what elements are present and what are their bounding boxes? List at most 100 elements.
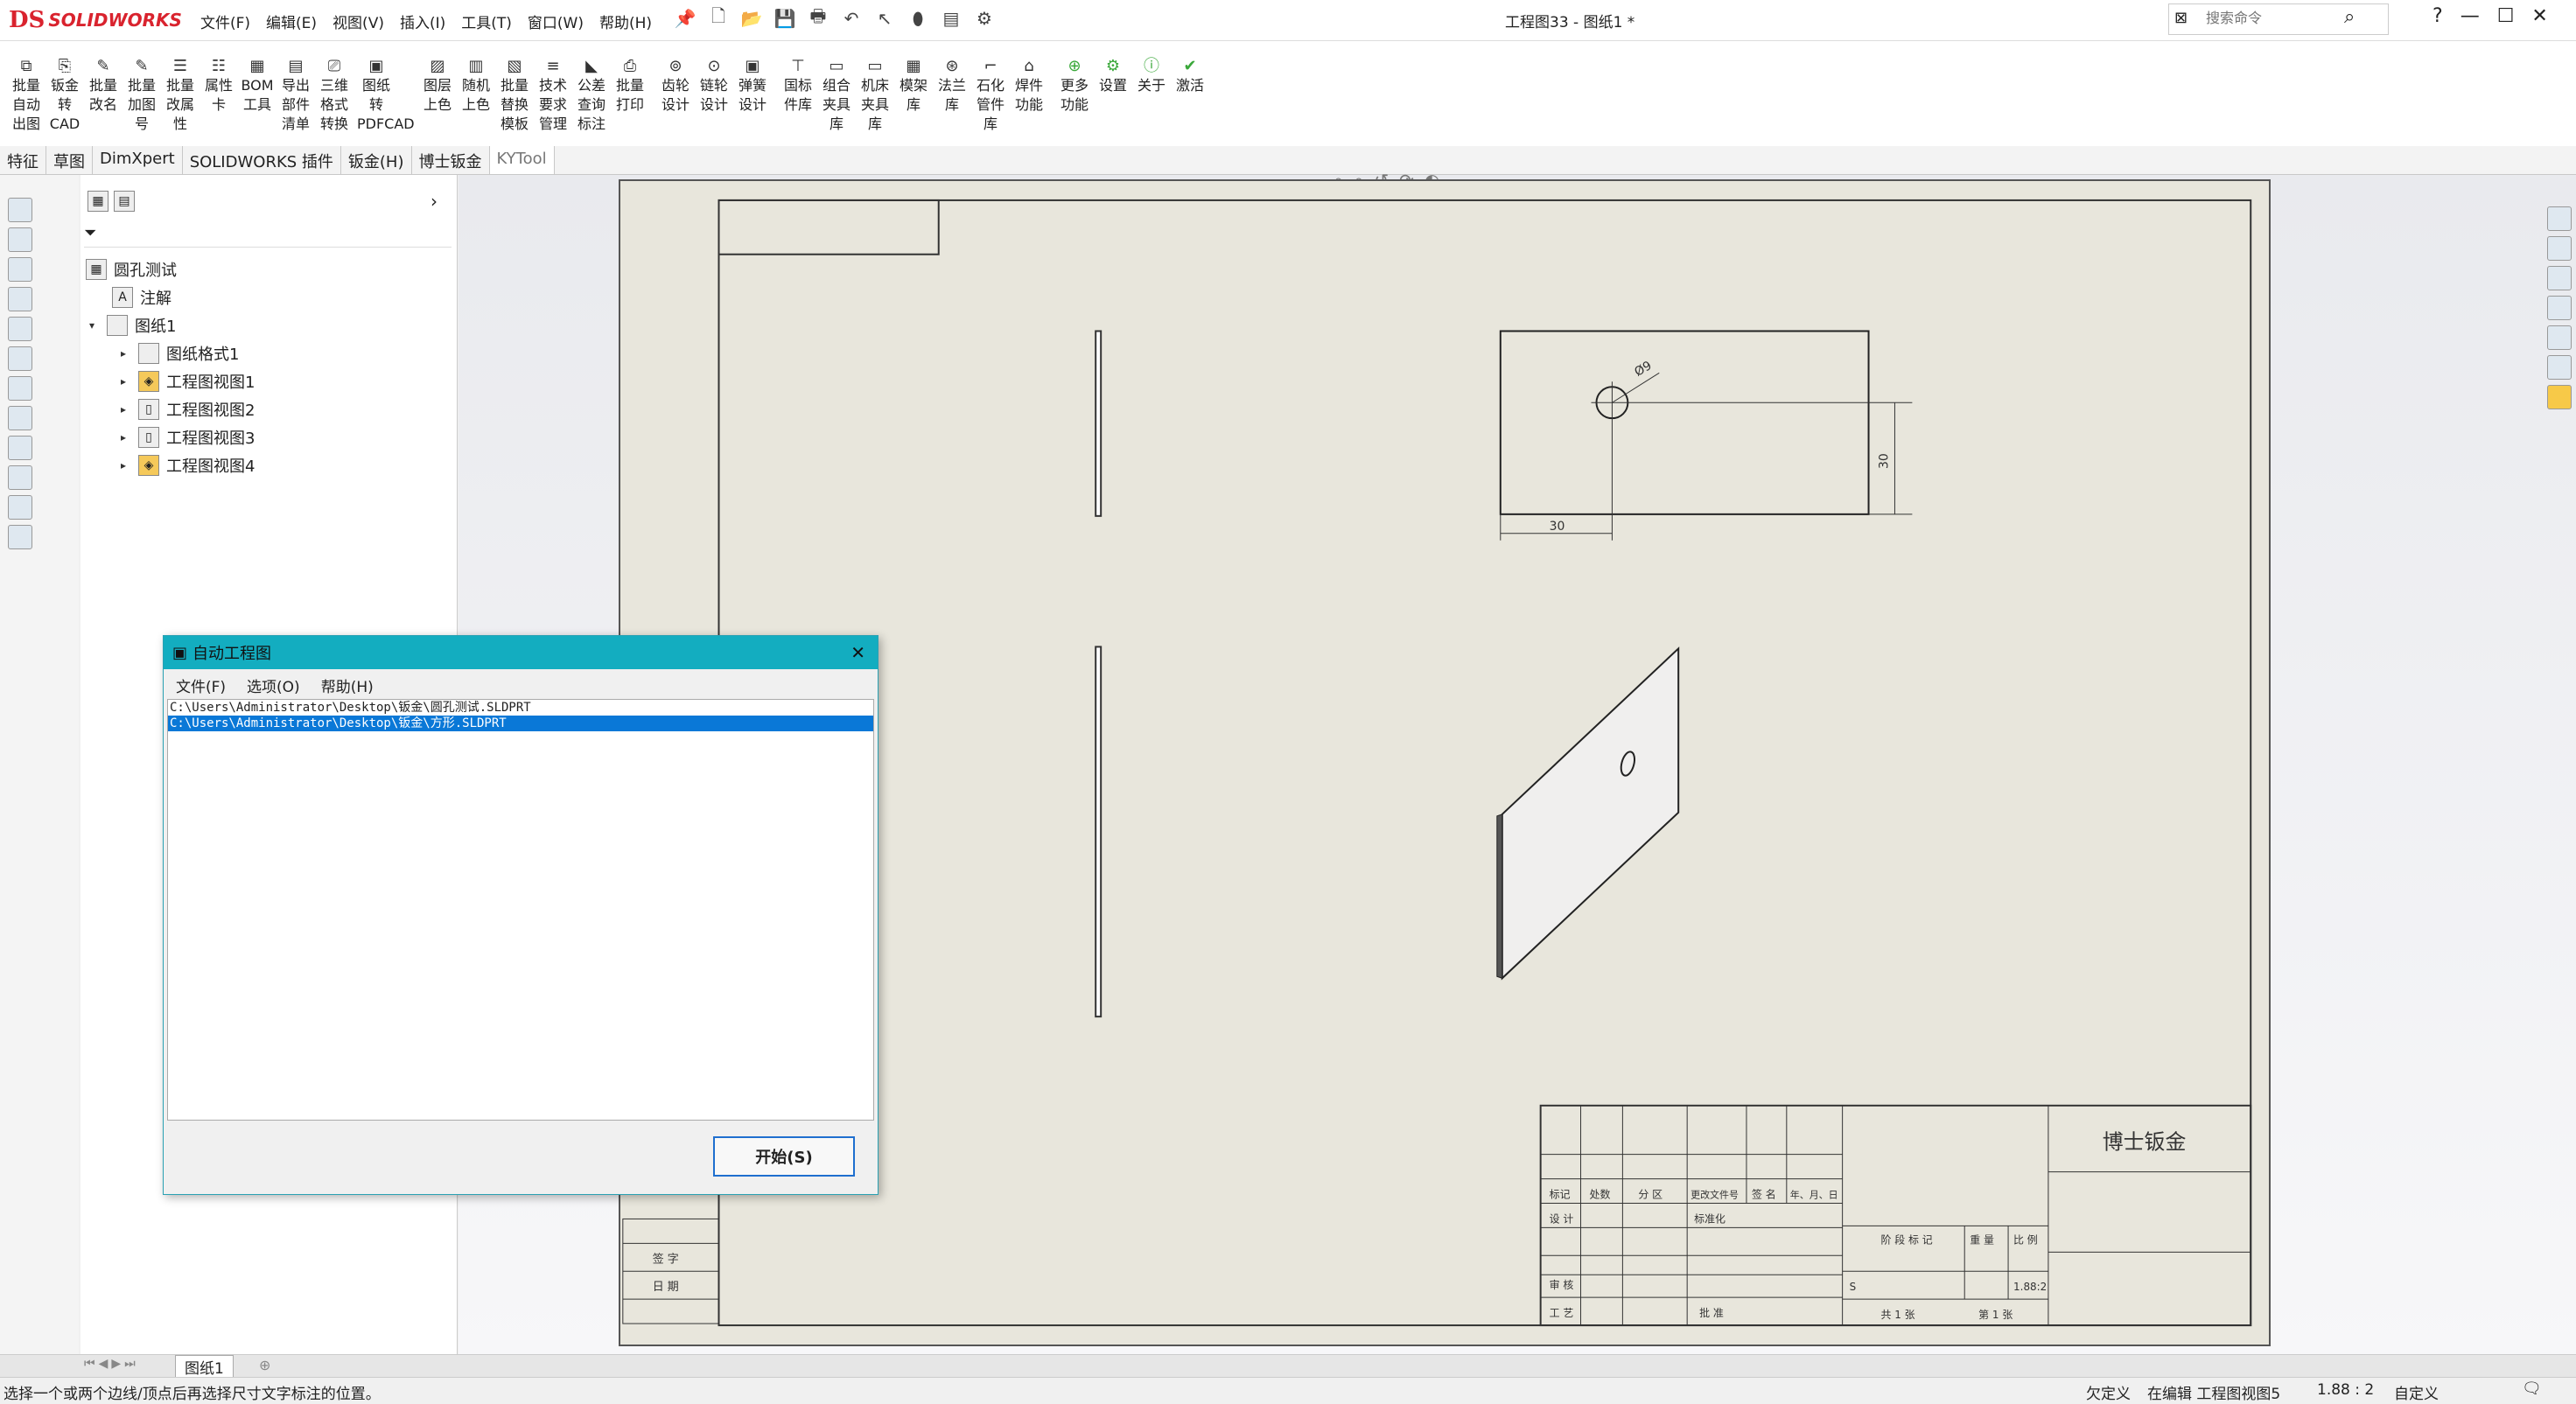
tree-item-sheet-format[interactable]: ▸ 图纸格式1 bbox=[121, 341, 239, 366]
file-properties-icon[interactable]: ▤ bbox=[940, 7, 962, 30]
side-view-2[interactable] bbox=[1095, 646, 1102, 1018]
command-button[interactable]: ▭ 组合 夹具库 bbox=[817, 57, 856, 134]
menu-window[interactable]: 窗口(W) bbox=[520, 9, 592, 34]
appearance-icon[interactable] bbox=[2547, 325, 2572, 350]
command-button[interactable]: ▣ 图纸转 PDFCAD bbox=[357, 57, 415, 134]
palette-icon[interactable] bbox=[2547, 385, 2572, 409]
menu-file[interactable]: 文件(F) bbox=[192, 9, 258, 34]
command-button[interactable]: ⧉ 批量 自动 出图 bbox=[7, 57, 46, 134]
command-button[interactable]: ≡ 技术 要求 管理 bbox=[534, 57, 572, 134]
design-library-icon[interactable] bbox=[2547, 266, 2572, 290]
custom-properties-icon[interactable] bbox=[2547, 355, 2572, 380]
side-view-1[interactable] bbox=[1095, 330, 1102, 517]
view-tool-icon[interactable] bbox=[8, 376, 32, 401]
prev-sheet-icon[interactable]: ◀ bbox=[99, 1357, 108, 1371]
property-tab-icon[interactable]: ▤ bbox=[114, 191, 135, 212]
search-input[interactable] bbox=[2204, 10, 2365, 28]
tree-item-sheet[interactable]: ▾ 图纸1 bbox=[89, 313, 176, 338]
command-button[interactable]: ⊕ 更多 功能 bbox=[1055, 57, 1094, 115]
command-button[interactable]: ✔ 激活 bbox=[1171, 57, 1209, 95]
close-icon[interactable]: ✕ bbox=[2531, 5, 2547, 27]
menu-view[interactable]: 视图(V) bbox=[325, 9, 392, 34]
solidworks-logo[interactable]: DS SOLIDWORKS bbox=[9, 7, 182, 33]
tree-root[interactable]: ▦ 圆孔测试 bbox=[86, 257, 177, 282]
command-button[interactable]: ▣ 弹簧 设计 bbox=[733, 57, 772, 115]
view-tool-icon[interactable] bbox=[8, 465, 32, 490]
filter-bar[interactable]: ⏷ bbox=[84, 224, 452, 248]
home-icon[interactable] bbox=[2547, 206, 2572, 231]
tab-sketch[interactable]: 草图 bbox=[46, 146, 93, 174]
file-list[interactable]: C:\Users\Administrator\Desktop\钣金\圆孔测试.S… bbox=[167, 699, 874, 1121]
dialog-menu-file[interactable]: 文件(F) bbox=[176, 674, 226, 699]
menu-help[interactable]: 帮助(H) bbox=[592, 9, 660, 34]
view-tool-icon[interactable] bbox=[8, 495, 32, 520]
view-tool-icon[interactable] bbox=[8, 436, 32, 460]
expand-right-icon[interactable]: ▸ bbox=[121, 375, 131, 388]
view-tool-icon[interactable] bbox=[8, 287, 32, 311]
horizontal-dimension[interactable]: 30 bbox=[1550, 520, 1565, 534]
view-tool-icon[interactable] bbox=[8, 525, 32, 549]
tab-solidworks-addins[interactable]: SOLIDWORKS 插件 bbox=[183, 146, 341, 174]
command-button[interactable]: ▨ 图层 上色 bbox=[418, 57, 457, 115]
command-button[interactable]: ⌐ 石化 管件库 bbox=[971, 57, 1010, 134]
open-folder-icon[interactable]: 📂 bbox=[740, 7, 763, 30]
front-view[interactable] bbox=[1499, 330, 1870, 515]
command-button[interactable]: ▭ 机床 夹具库 bbox=[856, 57, 894, 134]
dialog-close-icon[interactable]: ✕ bbox=[850, 642, 865, 663]
search-box[interactable]: ⊠ ⌕ bbox=[2168, 3, 2389, 35]
tree-item-annotations[interactable]: A 注解 bbox=[112, 285, 172, 310]
command-button[interactable]: ⊙ 链轮 设计 bbox=[695, 57, 733, 115]
tab-dimxpert[interactable]: DimXpert bbox=[93, 146, 183, 174]
command-button[interactable]: ⓘ 关于 bbox=[1132, 57, 1171, 95]
tab-sheet-metal[interactable]: 钣金(H) bbox=[341, 146, 412, 174]
command-button[interactable]: ▦ BOM 工具 bbox=[238, 57, 276, 115]
options-gear-icon[interactable]: ⚙ bbox=[973, 7, 996, 30]
command-button[interactable]: ▧ 批量 替换 模板 bbox=[495, 57, 534, 134]
command-button[interactable]: ⎙ 批量 打印 bbox=[611, 57, 649, 115]
tab-sheet1[interactable]: 图纸1 bbox=[175, 1355, 234, 1378]
feature-tree-tab-icon[interactable]: ▦ bbox=[88, 191, 108, 212]
command-button[interactable]: ▤ 导出 部件 清单 bbox=[276, 57, 315, 134]
command-button[interactable]: ⊚ 齿轮 设计 bbox=[656, 57, 695, 115]
command-button[interactable]: ⎘ 钣金转 CAD bbox=[46, 57, 84, 134]
start-button[interactable]: 开始(S) bbox=[713, 1136, 855, 1177]
command-button[interactable]: ⊤ 国标 件库 bbox=[779, 57, 817, 115]
view-tool-icon[interactable] bbox=[8, 227, 32, 252]
first-sheet-icon[interactable]: ⏮ bbox=[84, 1357, 95, 1371]
units-setting[interactable]: 自定义 bbox=[2394, 1381, 2439, 1403]
last-sheet-icon[interactable]: ⏭ bbox=[124, 1357, 136, 1371]
dialog-title-bar[interactable]: ▣ 自动工程图 ✕ bbox=[164, 636, 878, 669]
command-button[interactable]: ☷ 属性卡 bbox=[200, 57, 238, 115]
list-item-selected[interactable]: C:\Users\Administrator\Desktop\钣金\方形.SLD… bbox=[168, 716, 873, 731]
menu-tools[interactable]: 工具(T) bbox=[453, 9, 520, 34]
view-tool-icon[interactable] bbox=[8, 346, 32, 371]
command-button[interactable]: ⌂ 焊件 功能 bbox=[1010, 57, 1048, 115]
command-button[interactable]: ◣ 公差 查询 标注 bbox=[572, 57, 611, 134]
view-tool-icon[interactable] bbox=[8, 198, 32, 222]
next-sheet-icon[interactable]: ▶ bbox=[111, 1357, 121, 1371]
chat-icon[interactable]: 🗨 bbox=[2522, 1380, 2542, 1398]
search-icon[interactable]: ⌕ bbox=[2344, 6, 2355, 28]
tab-kytool[interactable]: KYTool bbox=[489, 146, 555, 174]
tree-item-view1[interactable]: ▸ ◈ 工程图视图1 bbox=[121, 369, 255, 394]
command-button[interactable]: ⎚ 三维 格式 转换 bbox=[315, 57, 354, 134]
tree-item-view4[interactable]: ▸ ◈ 工程图视图4 bbox=[121, 453, 255, 478]
command-button[interactable]: ⚙ 设置 bbox=[1094, 57, 1132, 95]
command-button[interactable]: ▥ 随机 上色 bbox=[457, 57, 495, 115]
undo-icon[interactable]: ↶ bbox=[840, 7, 863, 30]
isometric-face[interactable] bbox=[1501, 646, 1680, 981]
tree-item-view3[interactable]: ▸ ▯ 工程图视图3 bbox=[121, 425, 255, 450]
menu-insert[interactable]: 插入(I) bbox=[392, 9, 453, 34]
help-icon[interactable]: ? bbox=[2432, 5, 2443, 27]
tree-item-view2[interactable]: ▸ ▯ 工程图视图2 bbox=[121, 397, 255, 422]
save-icon[interactable]: 💾 bbox=[774, 7, 796, 30]
command-button[interactable]: ☰ 批量 改属性 bbox=[161, 57, 200, 134]
chevron-right-icon[interactable]: › bbox=[430, 191, 438, 212]
expand-down-icon[interactable]: ▾ bbox=[89, 319, 100, 332]
menu-edit[interactable]: 编辑(E) bbox=[258, 9, 325, 34]
pin-icon[interactable]: 📌 bbox=[674, 7, 696, 30]
new-document-icon[interactable]: 🗋 bbox=[707, 5, 730, 30]
sheet-scale[interactable]: 1.88 : 2 bbox=[2317, 1381, 2374, 1399]
view-tool-icon[interactable] bbox=[8, 317, 32, 341]
maximize-icon[interactable]: ☐ bbox=[2497, 5, 2515, 27]
